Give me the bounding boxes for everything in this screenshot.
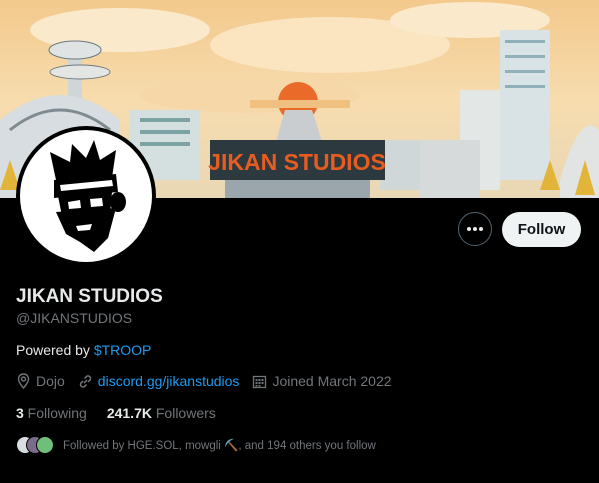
location-text: Dojo (36, 373, 65, 389)
more-dots-icon (467, 227, 483, 231)
following-number: 3 (16, 405, 24, 421)
followed-by[interactable]: Followed by HGE.SOL, mowgli ⛏️, and 194 … (16, 436, 376, 454)
followers-label: Followers (151, 405, 216, 421)
bio-prefix: Powered by (16, 342, 94, 358)
location: Dojo (16, 373, 65, 389)
more-options-button[interactable] (458, 212, 492, 246)
monkey-logo-icon (50, 140, 126, 252)
following-label: Following (23, 405, 87, 421)
followers-count[interactable]: 241.7K Followers (107, 405, 216, 421)
calendar-icon (253, 375, 267, 388)
website: discord.gg/jikanstudios (78, 373, 240, 389)
following-count[interactable]: 3 Following (16, 405, 87, 421)
follow-counts: 3 Following 241.7K Followers (16, 405, 236, 421)
followers-number: 241.7K (106, 405, 152, 421)
follower-avatars (16, 436, 54, 454)
profile-name: JIKAN STUDIOS (16, 286, 163, 307)
followed-by-text: Followed by HGE.SOL, mowgli ⛏️, and 194 … (63, 440, 376, 452)
link-icon (79, 374, 92, 388)
website-link[interactable]: discord.gg/jikanstudios (98, 373, 240, 389)
bio-cashtag-link[interactable]: $TROOP (94, 342, 152, 358)
join-date-text: Joined March 2022 (272, 373, 392, 389)
profile-avatar[interactable] (16, 126, 156, 266)
avatar-image (20, 130, 152, 262)
banner-logo-text: JIKAN STUDIOS (208, 149, 386, 175)
follower-avatar (36, 436, 54, 454)
location-pin-icon (17, 373, 30, 389)
profile-meta: Dojo discord.gg/jikanstudios Joined Marc… (16, 373, 405, 389)
profile-bio: Powered by $TROOP (16, 342, 151, 358)
join-date: Joined March 2022 (252, 373, 392, 389)
profile-handle: @JIKANSTUDIOS (16, 310, 133, 326)
follow-button[interactable]: Follow (502, 212, 581, 247)
